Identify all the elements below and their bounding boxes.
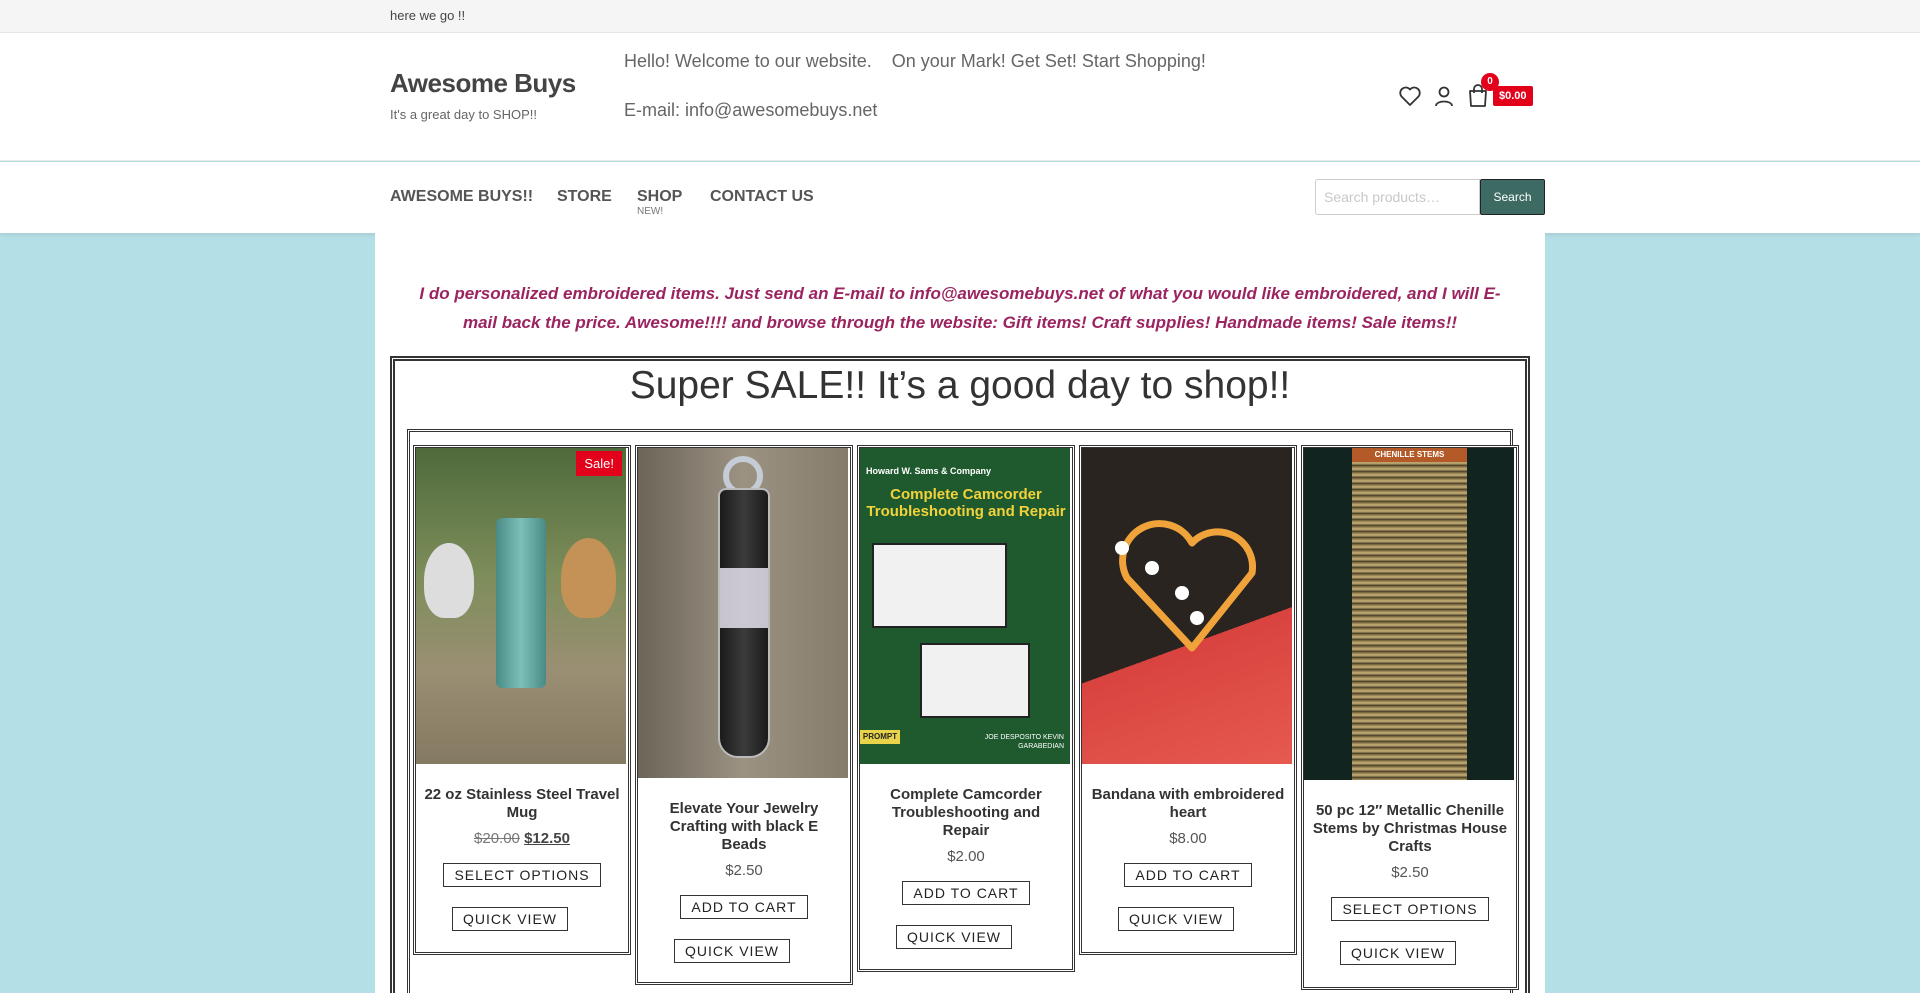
product-price: $2.50 xyxy=(725,862,763,879)
book-authors: JOE DESPOSITO KEVIN GARABEDIAN xyxy=(984,734,1064,750)
wishlist-icon[interactable] xyxy=(1397,83,1423,109)
sale-price: $12.50 xyxy=(524,830,570,847)
intro-text: I do personalized embroidered items. Jus… xyxy=(419,284,1501,332)
select-options-button[interactable]: SELECT OPTIONS xyxy=(1331,897,1489,921)
product-image-camcorder-book[interactable]: Howard W. Sams & Company Complete Camcor… xyxy=(860,448,1070,764)
product-name[interactable]: Complete Camcorder Troubleshooting and R… xyxy=(860,786,1072,840)
book-publisher: Howard W. Sams & Company xyxy=(866,466,992,476)
sale-title: Super SALE!! It’s a good day to shop!! xyxy=(629,364,1291,407)
product-card: Howard W. Sams & Company Complete Camcor… xyxy=(857,445,1075,972)
product-price: $20.00 $12.50 xyxy=(416,830,628,847)
package-label: CHENILLE STEMS xyxy=(1352,448,1467,462)
cart-icon[interactable]: 0 xyxy=(1465,73,1499,109)
nav-item-awesome-buys[interactable]: AWESOME BUYS!! xyxy=(390,188,533,206)
site-tagline: It's a great day to SHOP!! xyxy=(390,107,537,122)
product-price: $2.00 xyxy=(947,848,985,865)
search-input[interactable] xyxy=(1315,179,1480,215)
top-bar-text: here we go !! xyxy=(390,8,466,23)
account-icon[interactable] xyxy=(1431,83,1457,109)
add-to-cart-button[interactable]: ADD TO CART xyxy=(902,881,1030,905)
add-to-cart-button[interactable]: ADD TO CART xyxy=(680,895,808,919)
product-image-chenille-stems[interactable]: CHENILLE STEMS xyxy=(1304,448,1514,780)
cart-total[interactable]: $0.00 xyxy=(1493,86,1533,106)
header-icons: 0 $0.00 xyxy=(1397,73,1533,109)
add-to-cart-button[interactable]: ADD TO CART xyxy=(1124,863,1252,887)
product-name[interactable]: Elevate Your Jewelry Crafting with black… xyxy=(638,800,850,854)
product-price: $2.50 xyxy=(1391,864,1429,881)
quick-view-button[interactable]: QUICK VIEW xyxy=(673,939,790,963)
product-price: $8.00 xyxy=(1169,830,1207,847)
sale-section: Super SALE!! It’s a good day to shop!! S… xyxy=(390,356,1530,993)
search-button[interactable]: Search xyxy=(1480,179,1545,215)
product-name[interactable]: 50 pc 12″ Metallic Chenille Stems by Chr… xyxy=(1304,802,1516,856)
site-header: Awesome Buys It's a great day to SHOP!! … xyxy=(0,33,1920,161)
brand: Awesome Buys It's a great day to SHOP!! xyxy=(390,68,576,122)
product-card: Elevate Your Jewelry Crafting with black… xyxy=(635,445,853,985)
nav-item-shop[interactable]: SHOP xyxy=(637,188,682,206)
product-card: CHENILLE STEMS 50 pc 12″ Metallic Chenil… xyxy=(1301,445,1519,990)
heart-icon xyxy=(1115,520,1256,652)
main-content: I do personalized embroidered items. Jus… xyxy=(375,233,1545,993)
product-image-e-beads[interactable] xyxy=(638,448,848,778)
product-name[interactable]: 22 oz Stainless Steel Travel Mug xyxy=(416,786,628,822)
welcome-message: Hello! Welcome to our website. On your Ma… xyxy=(624,51,1206,72)
product-card: Sale! 22 oz Stainless Steel Travel Mug $… xyxy=(413,445,631,955)
nav-item-store[interactable]: STORE xyxy=(557,188,612,206)
quick-view-button[interactable]: QUICK VIEW xyxy=(1117,907,1234,931)
product-name[interactable]: Bandana with embroidered heart xyxy=(1082,786,1294,822)
top-bar: here we go !! xyxy=(0,0,1920,33)
quick-view-button[interactable]: QUICK VIEW xyxy=(451,907,568,931)
site-title[interactable]: Awesome Buys xyxy=(390,68,576,99)
quick-view-button[interactable]: QUICK VIEW xyxy=(895,925,1012,949)
nav-shop-new-badge: NEW! xyxy=(637,206,664,217)
product-image-bandana[interactable] xyxy=(1082,448,1292,764)
quick-view-button[interactable]: QUICK VIEW xyxy=(1339,941,1456,965)
sale-badge: Sale! xyxy=(576,451,622,476)
welcome-slogan: On your Mark! Get Set! Start Shopping! xyxy=(891,51,1206,71)
header-email: E-mail: info@awesomebuys.net xyxy=(624,100,878,120)
nav-item-contact-us[interactable]: CONTACT US xyxy=(710,188,814,206)
product-image-travel-mug[interactable]: Sale! xyxy=(416,448,626,764)
main-nav: AWESOME BUYS!! STORE SHOP NEW! CONTACT U… xyxy=(0,162,1920,233)
book-title: Complete Camcorder Troubleshooting and R… xyxy=(866,486,1066,520)
select-options-button[interactable]: SELECT OPTIONS xyxy=(443,863,601,887)
original-price: $20.00 xyxy=(474,830,520,847)
cart-count-badge: 0 xyxy=(1481,73,1499,91)
product-card: Bandana with embroidered heart $8.00 ADD… xyxy=(1079,445,1297,955)
book-series: PROMPT xyxy=(860,730,900,744)
product-grid: Sale! 22 oz Stainless Steel Travel Mug $… xyxy=(407,429,1519,993)
welcome-text: Hello! Welcome to our website. xyxy=(624,51,872,71)
